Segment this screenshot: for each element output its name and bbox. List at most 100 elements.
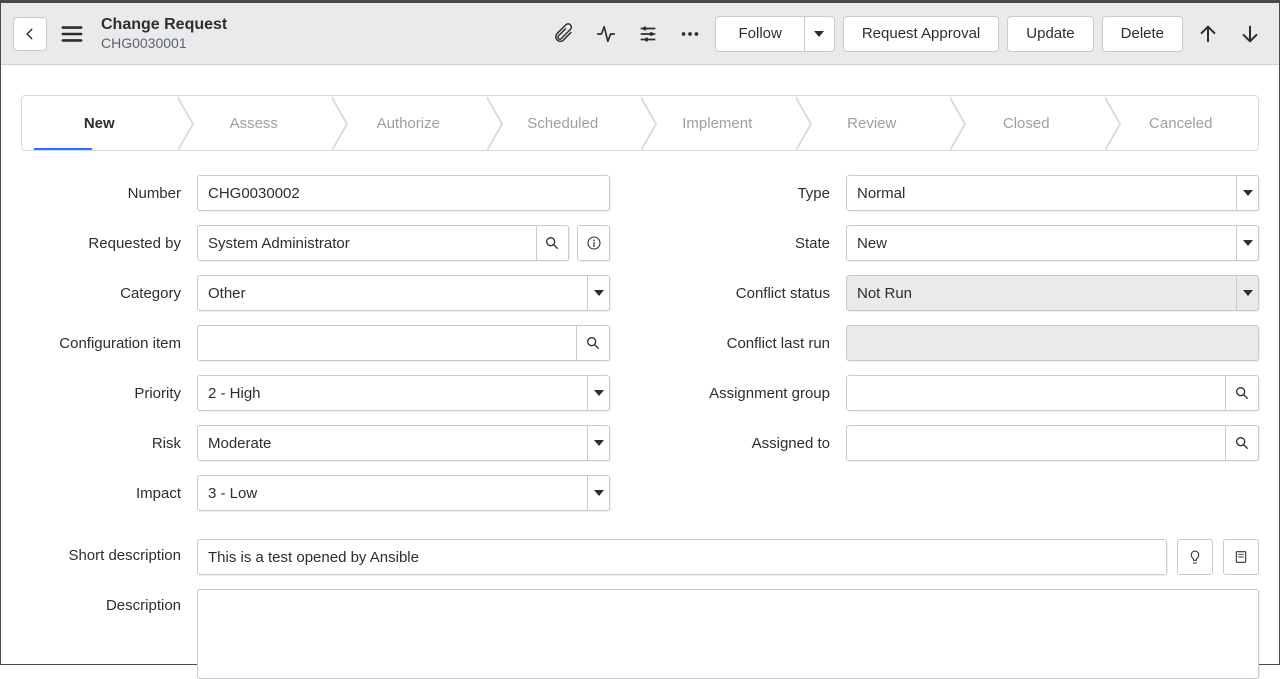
search-icon	[585, 335, 601, 351]
hamburger-icon	[61, 25, 83, 43]
stage-closed[interactable]: Closed	[949, 96, 1104, 150]
delete-button[interactable]: Delete	[1102, 16, 1183, 52]
record-number: CHG0030001	[101, 35, 227, 51]
follow-dropdown-button[interactable]	[805, 16, 835, 52]
stage-new[interactable]: New	[22, 96, 177, 150]
chevron-down-icon	[587, 476, 609, 510]
more-options-button[interactable]	[673, 17, 707, 51]
knowledge-button[interactable]	[1223, 539, 1259, 575]
number-label: Number	[21, 185, 181, 202]
chevron-down-icon	[1236, 226, 1258, 260]
requested-by-label: Requested by	[21, 235, 181, 252]
stage-label: Implement	[682, 115, 752, 132]
description-label: Description	[21, 589, 181, 614]
configuration-item-label: Configuration item	[21, 335, 181, 352]
stage-canceled[interactable]: Canceled	[1104, 96, 1259, 150]
type-value: Normal	[857, 185, 905, 202]
chevron-down-icon	[587, 376, 609, 410]
process-flow: New Assess Authorize Scheduled Implement…	[21, 95, 1259, 151]
stage-review[interactable]: Review	[795, 96, 950, 150]
menu-button[interactable]	[55, 17, 89, 51]
stage-label: New	[84, 115, 115, 132]
configuration-item-lookup-button[interactable]	[577, 325, 610, 361]
conflict-last-run-label: Conflict last run	[670, 335, 830, 352]
state-value: New	[857, 235, 887, 252]
category-select[interactable]: Other	[197, 275, 610, 311]
sliders-icon	[637, 23, 659, 45]
requested-by-field[interactable]	[197, 225, 537, 261]
stage-label: Assess	[230, 115, 278, 132]
activity-button[interactable]	[589, 17, 623, 51]
requested-by-info-button[interactable]	[577, 225, 610, 261]
number-field[interactable]	[197, 175, 610, 211]
follow-button-group: Follow	[715, 16, 834, 52]
stage-label: Review	[847, 115, 896, 132]
attachments-button[interactable]	[547, 17, 581, 51]
short-description-field[interactable]	[197, 539, 1167, 575]
assignment-group-lookup-button[interactable]	[1226, 375, 1259, 411]
back-button[interactable]	[13, 17, 47, 51]
type-select[interactable]: Normal	[846, 175, 1259, 211]
book-icon	[1233, 549, 1249, 565]
activity-icon	[595, 23, 617, 45]
chevron-down-icon	[1236, 276, 1258, 310]
form-body: Number Requested by	[1, 175, 1279, 679]
form-left-column: Number Requested by	[21, 175, 610, 525]
request-approval-button[interactable]: Request Approval	[843, 16, 999, 52]
paperclip-icon	[553, 23, 575, 45]
configuration-item-lookup	[197, 325, 610, 361]
form-right-column: Type Normal State New Co	[670, 175, 1259, 525]
next-record-button[interactable]	[1233, 17, 1267, 51]
stage-implement[interactable]: Implement	[640, 96, 795, 150]
previous-record-button[interactable]	[1191, 17, 1225, 51]
type-label: Type	[670, 185, 830, 202]
configuration-item-field[interactable]	[197, 325, 577, 361]
requested-by-lookup-button[interactable]	[537, 225, 570, 261]
conflict-status-select: Not Run	[846, 275, 1259, 311]
personalize-form-button[interactable]	[631, 17, 665, 51]
assigned-to-lookup	[846, 425, 1259, 461]
stage-assess[interactable]: Assess	[177, 96, 332, 150]
description-field[interactable]	[197, 589, 1259, 679]
priority-select[interactable]: 2 - High	[197, 375, 610, 411]
update-button[interactable]: Update	[1007, 16, 1093, 52]
stage-label: Closed	[1003, 115, 1050, 132]
priority-value: 2 - High	[208, 385, 261, 402]
conflict-last-run-field	[846, 325, 1259, 361]
more-horizontal-icon	[679, 23, 701, 45]
chevron-down-icon	[587, 426, 609, 460]
requested-by-lookup	[197, 225, 569, 261]
search-icon	[1234, 385, 1250, 401]
page-header: Change Request CHG0030001 Follow Request…	[1, 3, 1279, 65]
stage-label: Authorize	[377, 115, 440, 132]
follow-button[interactable]: Follow	[715, 16, 804, 52]
impact-select[interactable]: 3 - Low	[197, 475, 610, 511]
active-stage-indicator	[34, 148, 91, 151]
arrow-up-icon	[1197, 23, 1219, 45]
search-icon	[1234, 435, 1250, 451]
header-title-block: Change Request CHG0030001	[101, 16, 227, 50]
category-label: Category	[21, 285, 181, 302]
stage-authorize[interactable]: Authorize	[331, 96, 486, 150]
stage-scheduled[interactable]: Scheduled	[486, 96, 641, 150]
risk-select[interactable]: Moderate	[197, 425, 610, 461]
chevron-down-icon	[814, 31, 824, 37]
state-select[interactable]: New	[846, 225, 1259, 261]
risk-value: Moderate	[208, 435, 271, 452]
stage-label: Canceled	[1149, 115, 1212, 132]
page-title: Change Request	[101, 16, 227, 34]
conflict-status-label: Conflict status	[670, 285, 830, 302]
chevron-down-icon	[1236, 176, 1258, 210]
assignment-group-field[interactable]	[846, 375, 1226, 411]
assigned-to-lookup-button[interactable]	[1226, 425, 1259, 461]
priority-label: Priority	[21, 385, 181, 402]
assigned-to-label: Assigned to	[670, 435, 830, 452]
suggestion-button[interactable]	[1177, 539, 1213, 575]
info-icon	[586, 235, 602, 251]
short-description-label: Short description	[21, 539, 181, 564]
arrow-down-icon	[1239, 23, 1261, 45]
assigned-to-field[interactable]	[846, 425, 1226, 461]
stage-label: Scheduled	[527, 115, 598, 132]
category-value: Other	[208, 285, 246, 302]
assignment-group-label: Assignment group	[670, 385, 830, 402]
